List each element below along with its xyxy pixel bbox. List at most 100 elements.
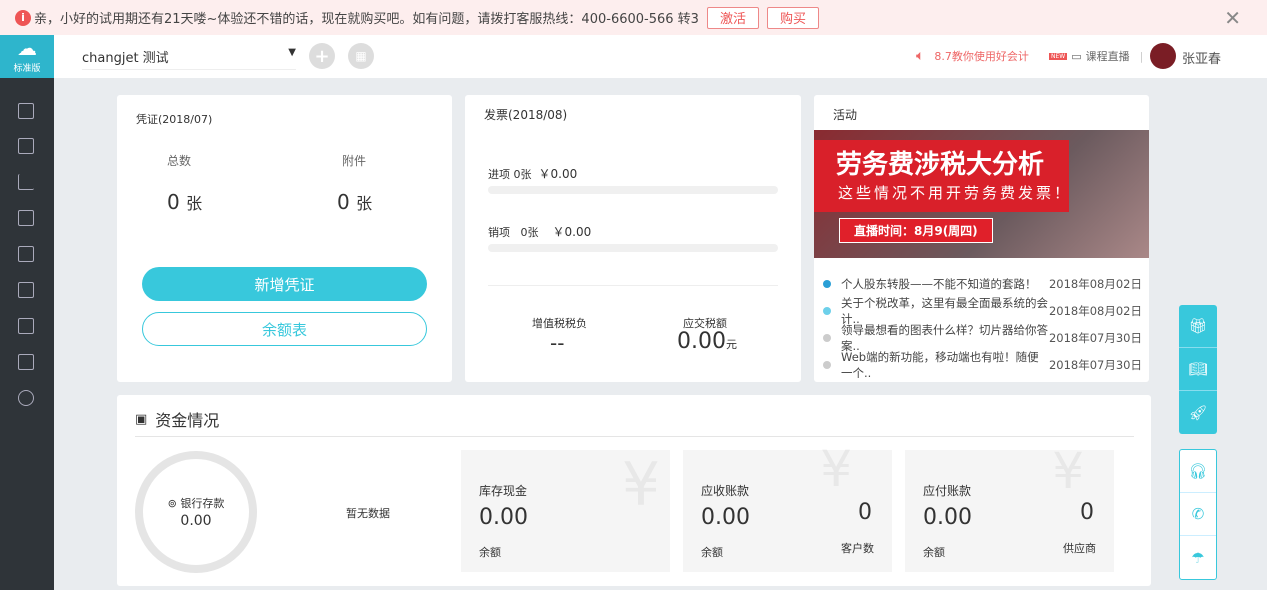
edition-label: 标准版: [13, 64, 41, 74]
invoice-icon[interactable]: [18, 138, 34, 154]
promo-link[interactable]: 8.7教你使用好会计: [934, 48, 1029, 64]
account-name: changjet 测试: [82, 51, 169, 66]
service-icon[interactable]: ☂: [1180, 536, 1216, 579]
voucher-icon[interactable]: [18, 103, 34, 119]
stamp-icon[interactable]: [18, 318, 34, 334]
tile-value: 0.00: [701, 505, 750, 530]
trial-banner: i 亲，小好的试用期还有21天喽~体验还不错的话，现在就购买吧。如有问题，请拨打…: [0, 0, 1267, 35]
receivable-tile[interactable]: 应收账款 0.00 余额 0 客户数 ¥: [683, 440, 892, 572]
vat-value: --: [550, 331, 565, 355]
tile-value: 0.00: [923, 505, 972, 530]
grid-icon[interactable]: ▦: [348, 43, 374, 69]
customer-label: 客户数: [841, 542, 874, 555]
calendar-icon[interactable]: [18, 246, 34, 262]
funds-card: ▣ 资金情况 ⊚ 银行存款 0.00 暂无数据 库存现金 0.00 余额 ¥ 应收…: [117, 395, 1151, 586]
news-title: Web端的新功能，移动端也有啦！随便一个..: [841, 349, 1039, 380]
news-date: 2018年08月02日: [1048, 303, 1142, 318]
bullet-icon: [823, 333, 831, 342]
tax-value: 0.00: [677, 329, 726, 354]
close-icon[interactable]: ✕: [1224, 6, 1241, 30]
book-icon[interactable]: 📖︎: [1179, 348, 1217, 391]
yen-icon: ¥: [820, 440, 852, 498]
trial-text: 亲，小好的试用期还有21天喽~体验还不错的话，现在就购买吧。如有问题，请拨打客服…: [34, 12, 699, 27]
wallet-icon: ▣: [135, 411, 148, 427]
news-title: 个人股东转股——不能不知道的套路！: [841, 276, 1037, 291]
news-date: 2018年07月30日: [1048, 330, 1142, 345]
account-select[interactable]: changjet 测试 ▼: [82, 47, 296, 70]
vat-label: 增值税税负: [532, 317, 587, 330]
in-progress-bar: [488, 186, 778, 194]
tax-unit: 元: [725, 338, 737, 351]
new-badge: NEW: [1049, 52, 1068, 60]
bank-icon: ⊚: [167, 497, 177, 510]
balance-sheet-button[interactable]: 余额表: [142, 312, 427, 346]
report-icon[interactable]: [18, 354, 34, 370]
float-toolbar-top: 🎁︎ 📖︎ 🚀︎: [1179, 305, 1217, 434]
card-title: 凭证(2018/07): [136, 113, 213, 126]
out-progress-bar: [488, 244, 778, 252]
avatar[interactable]: [1150, 43, 1176, 69]
activate-button[interactable]: 激活: [706, 6, 759, 29]
headset-icon[interactable]: 🎧︎: [1180, 450, 1216, 493]
buy-button[interactable]: 购买: [766, 6, 819, 29]
gift-icon[interactable]: 🎁︎: [1179, 305, 1217, 348]
news-list: 个人股东转股——不能不知道的套路！ 2018年08月02日 关于个税改革，这里有最全…: [814, 270, 1149, 380]
out-label: 销项: [488, 226, 510, 239]
attach-value: 0: [337, 190, 350, 214]
sidebar: [0, 35, 54, 590]
bullet-icon: [823, 306, 831, 315]
store-icon[interactable]: [18, 282, 34, 298]
news-item[interactable]: 关于个税改革，这里有最全面最系统的会计.. 2018年08月02日: [814, 296, 1149, 326]
news-item[interactable]: 个人股东转股——不能不知道的套路！ 2018年08月02日: [814, 270, 1149, 297]
cash-tile[interactable]: 库存现金 0.00 余额 ¥: [461, 450, 670, 572]
invoice-card: 发票(2018/08) 进项 0张 ￥0.00 销项 0张 ￥0.00 增值税税…: [465, 95, 801, 382]
yen-icon: ¥: [1052, 442, 1084, 500]
news-item[interactable]: Web端的新功能，移动端也有啦！随便一个.. 2018年07月30日: [814, 349, 1149, 380]
banner-title: 劳务费涉税大分析: [836, 150, 1045, 180]
bank-value: 0.00: [180, 513, 212, 529]
customer-count: 0: [858, 500, 872, 525]
info-icon: i: [15, 9, 31, 26]
total-label: 总数: [167, 154, 192, 168]
attach-label: 附件: [342, 154, 367, 168]
bullet-icon: [823, 279, 831, 288]
voucher-card: 凭证(2018/07) 总数 0 张 附件 0 张 新增凭证 余额表: [117, 95, 452, 382]
chart-icon[interactable]: [18, 174, 34, 190]
phone-icon[interactable]: ✆: [1180, 493, 1216, 536]
rocket-icon[interactable]: 🚀︎: [1179, 391, 1217, 434]
tv-icon: ▭: [1071, 49, 1082, 63]
news-item[interactable]: 领导最想看的图表什么样？切片器给你答案.. 2018年07月30日: [814, 323, 1149, 353]
tile-sub: 余额: [479, 546, 501, 559]
bullet-icon: [823, 360, 831, 369]
payable-tile[interactable]: 应付账款 0.00 余额 0 供应商 ¥: [905, 442, 1114, 572]
add-icon[interactable]: +: [309, 43, 335, 69]
card-title: 活动: [833, 108, 858, 122]
bank-ring: ⊚ 银行存款 0.00: [135, 451, 257, 573]
activity-banner[interactable]: 劳务费涉税大分析 这些情况不用开劳务费发票！ 直播时间：8月9(周四): [814, 130, 1149, 258]
in-amount: ￥0.00: [538, 167, 578, 181]
news-date: 2018年08月02日: [1048, 276, 1142, 291]
total-value: 0: [167, 190, 180, 214]
yen-icon: ¥: [621, 450, 660, 520]
activity-card: 活动 劳务费涉税大分析 这些情况不用开劳务费发票！ 直播时间：8月9(周四) 个…: [814, 95, 1149, 382]
speaker-icon: 🔈︎: [916, 48, 925, 64]
unit: 张: [186, 194, 203, 213]
card-title: 发票(2018/08): [484, 108, 568, 122]
in-label: 进项: [488, 168, 510, 181]
no-data-text: 暂无数据: [346, 507, 390, 520]
settings-icon[interactable]: [18, 390, 34, 406]
news-date: 2018年07月30日: [1048, 357, 1142, 372]
add-voucher-button[interactable]: 新增凭证: [142, 267, 427, 301]
live-course-link[interactable]: 课程直播: [1086, 48, 1130, 64]
float-toolbar-bottom: 🎧︎ ✆ ☂: [1179, 449, 1217, 580]
out-amount: ￥0.00: [552, 225, 592, 239]
header: changjet 测试 ▼ + ▦ 🔈︎ 8.7教你使用好会计 NEW ▭ 课程…: [54, 35, 1267, 78]
supplier-label: 供应商: [1063, 542, 1096, 555]
cloud-icon: ☁: [17, 36, 37, 60]
supplier-count: 0: [1080, 500, 1094, 525]
chevron-down-icon: ▼: [288, 47, 296, 58]
user-name[interactable]: 张亚春: [1182, 48, 1221, 67]
logo[interactable]: ☁ 标准版: [0, 35, 54, 78]
building-icon[interactable]: [18, 210, 34, 226]
out-count: 0张: [520, 226, 539, 239]
